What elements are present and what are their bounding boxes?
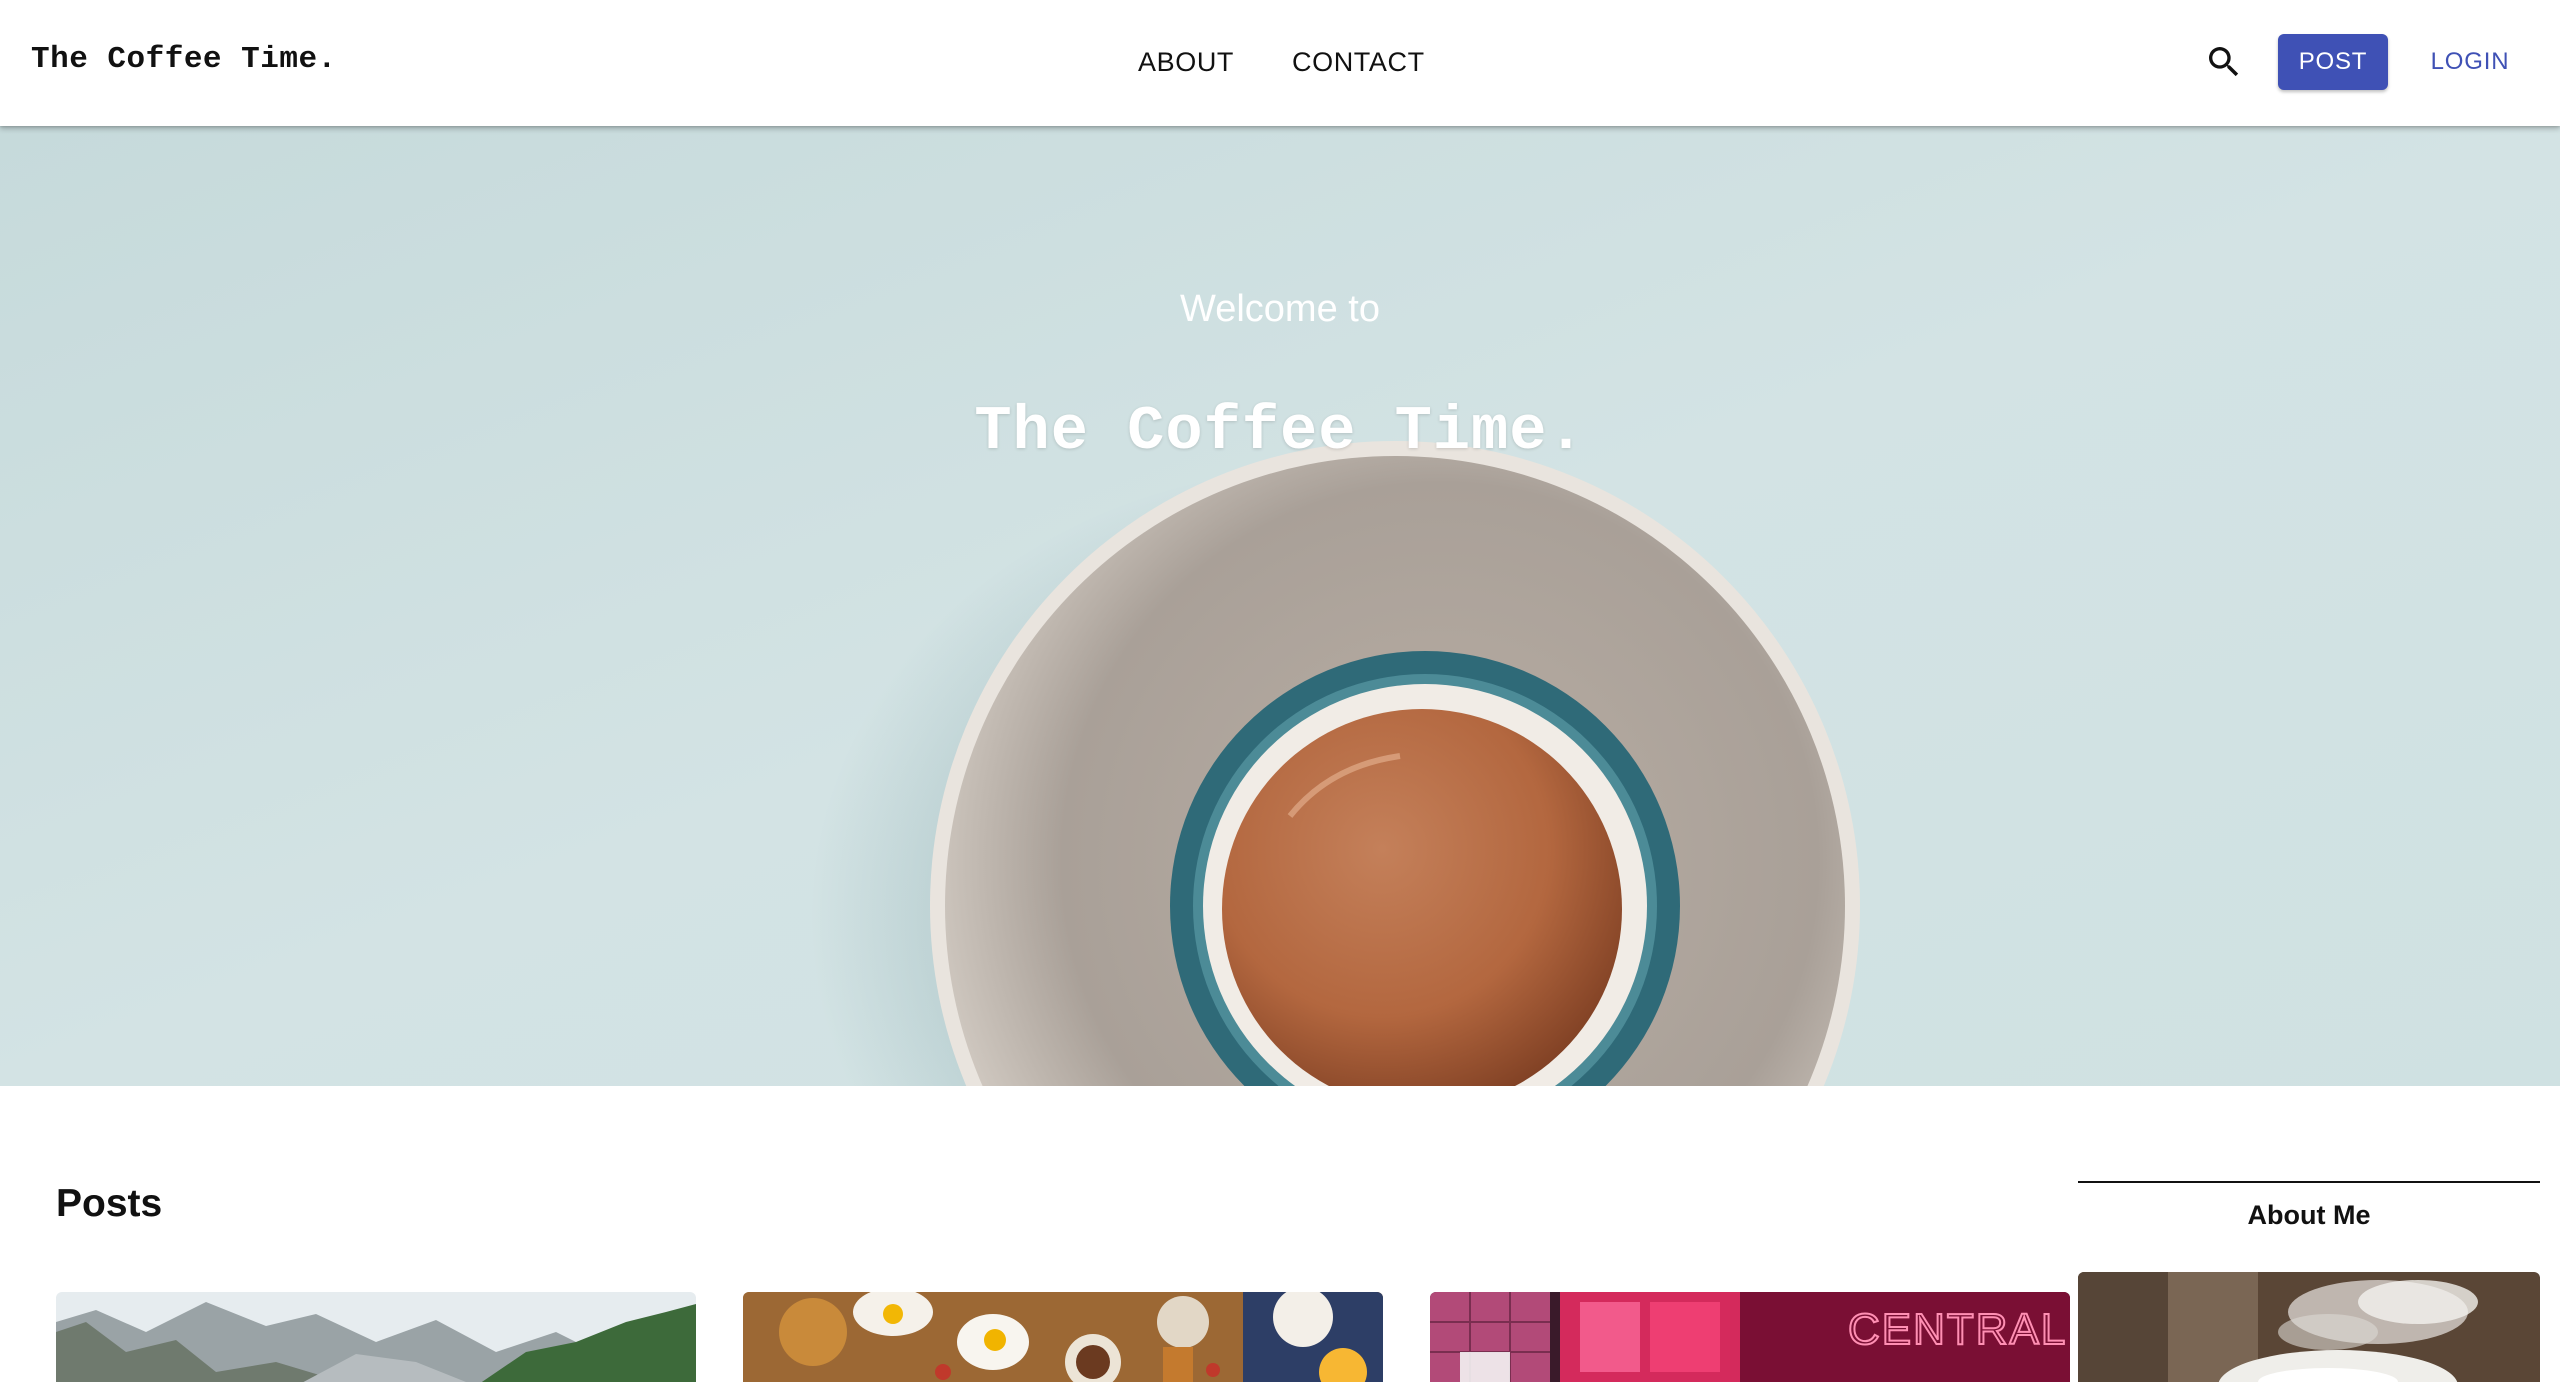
search-button[interactable] xyxy=(2204,42,2244,82)
cinema-sign-text: CENTRAL CINEMA xyxy=(1848,1305,2070,1354)
coffee-cup-hero-image xyxy=(0,126,2560,1086)
hero-title: The Coffee Time. xyxy=(974,396,1586,467)
brand-logo[interactable]: The Coffee Time. xyxy=(31,42,337,77)
post-card-mountains[interactable] xyxy=(56,1292,696,1386)
post-card-cinema[interactable]: CENTRAL CINEMA xyxy=(1430,1292,2070,1386)
login-button[interactable]: LOGIN xyxy=(2420,34,2520,90)
app-bar: The Coffee Time. ABOUT CONTACT POST LOGI… xyxy=(0,0,2560,126)
post-card-breakfast[interactable] xyxy=(743,1292,1383,1386)
nav-contact-link[interactable]: CONTACT xyxy=(1292,47,1425,78)
nav-about-link[interactable]: ABOUT xyxy=(1138,47,1234,78)
hero-subtitle: Welcome to xyxy=(1180,288,1380,330)
posts-heading: Posts xyxy=(56,1182,163,1225)
about-divider xyxy=(2078,1181,2540,1183)
about-me-image xyxy=(2078,1272,2540,1386)
steaming-coffee-image xyxy=(2078,1272,2540,1386)
page-bottom-edge xyxy=(0,1382,2560,1386)
cinema-neon-image: CENTRAL CINEMA xyxy=(1430,1292,2070,1386)
post-button[interactable]: POST xyxy=(2278,34,2388,90)
hero-banner: Welcome to The Coffee Time. xyxy=(0,126,2560,1086)
about-me-heading: About Me xyxy=(2247,1200,2371,1230)
breakfast-table-image xyxy=(743,1292,1383,1386)
search-icon xyxy=(2209,47,2239,77)
mountain-landscape-image xyxy=(56,1292,696,1386)
